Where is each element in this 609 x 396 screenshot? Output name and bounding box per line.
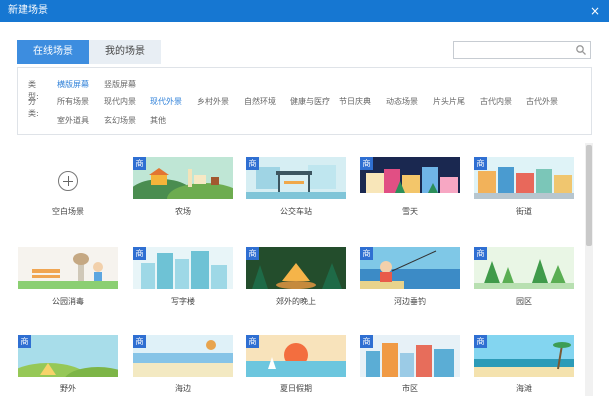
scene-label: 写字楼 — [171, 297, 195, 306]
category-option-health[interactable]: 健康与医疗 — [290, 96, 330, 108]
category-option-modern-interior[interactable]: 现代内景 — [104, 96, 136, 108]
search-icon[interactable] — [575, 44, 587, 56]
premium-badge: 商 — [133, 157, 146, 170]
scene-label: 海滩 — [516, 384, 532, 393]
search-input[interactable] — [453, 41, 591, 59]
premium-badge: 商 — [360, 157, 373, 170]
premium-badge: 商 — [474, 247, 487, 260]
category-option-festival[interactable]: 节日庆典 — [339, 96, 371, 108]
window-title: 新建场景 — [8, 5, 48, 16]
category-option-dynamic[interactable]: 动态场景 — [386, 96, 418, 108]
scene-label: 公交车站 — [280, 207, 312, 216]
scene-thumbnail[interactable]: 商 — [246, 335, 346, 377]
premium-badge: 商 — [474, 335, 487, 348]
scene-thumbnail[interactable]: 商 — [246, 247, 346, 289]
scene-label: 街道 — [516, 207, 532, 216]
category-option-nature[interactable]: 自然环境 — [244, 96, 276, 108]
plus-icon[interactable] — [58, 171, 78, 191]
premium-badge: 商 — [18, 335, 31, 348]
scene-label: 市区 — [402, 384, 418, 393]
scrollbar-thumb[interactable] — [586, 145, 592, 246]
scene-thumbnail[interactable]: 商 — [133, 157, 233, 199]
scene-thumbnail[interactable]: 商 — [133, 247, 233, 289]
category-label: 分类: — [28, 97, 39, 118]
scene-label: 公园消毒 — [52, 297, 84, 306]
premium-badge: 商 — [133, 247, 146, 260]
scrollbar[interactable] — [585, 143, 593, 396]
category-option-all[interactable]: 所有场景 — [57, 96, 89, 108]
scene-thumbnail[interactable]: 商 — [360, 247, 460, 289]
scene-thumbnail[interactable]: 商 — [360, 157, 460, 199]
scene-label: 空白场景 — [52, 207, 84, 216]
scene-label: 夏日假期 — [280, 384, 312, 393]
scene-thumbnail[interactable] — [18, 247, 118, 289]
premium-badge: 商 — [474, 157, 487, 170]
category-option-intro-outro[interactable]: 片头片尾 — [433, 96, 465, 108]
scene-label: 野外 — [60, 384, 76, 393]
premium-badge: 商 — [360, 247, 373, 260]
scene-thumbnail[interactable]: 商 — [474, 157, 574, 199]
premium-badge: 商 — [133, 335, 146, 348]
scene-label: 海边 — [175, 384, 191, 393]
scene-thumbnail[interactable]: 商 — [246, 157, 346, 199]
premium-badge: 商 — [360, 335, 373, 348]
scene-thumbnail[interactable]: 商 — [133, 335, 233, 377]
category-option-rural-exterior[interactable]: 乡村外景 — [197, 96, 229, 108]
scene-label: 河边垂钓 — [394, 297, 426, 306]
premium-badge: 商 — [246, 247, 259, 260]
type-option-horizontal[interactable]: 横版屏幕 — [57, 79, 89, 91]
tab-my-scenes[interactable]: 我的场景 — [89, 40, 161, 64]
scene-thumbnail[interactable]: 商 — [18, 335, 118, 377]
scene-label: 雪天 — [402, 207, 418, 216]
category-option-modern-exterior[interactable]: 现代外景 — [150, 96, 182, 108]
scene-grid: 空白场景 商 农场 商 公交车站 商 雪天 商 街道 公园消毒 商 写字楼 商 … — [0, 140, 590, 396]
category-option-other[interactable]: 其他 — [150, 115, 166, 127]
scene-thumbnail[interactable]: 商 — [474, 335, 574, 377]
category-option-fantasy[interactable]: 玄幻场景 — [104, 115, 136, 127]
filter-panel: 类型: 横版屏幕 竖版屏幕 分类: 所有场景 现代内景 现代外景 乡村外景 自然… — [17, 67, 592, 135]
type-option-vertical[interactable]: 竖版屏幕 — [104, 79, 136, 91]
tab-online-scenes[interactable]: 在线场景 — [17, 40, 89, 64]
scene-label: 郊外的晚上 — [276, 297, 316, 306]
scene-thumbnail[interactable]: 商 — [360, 335, 460, 377]
close-icon[interactable]: × — [587, 0, 603, 22]
premium-badge: 商 — [246, 157, 259, 170]
category-option-outdoor-props[interactable]: 室外道具 — [57, 115, 89, 127]
scene-thumbnail[interactable]: 商 — [474, 247, 574, 289]
category-option-ancient-exterior[interactable]: 古代外景 — [526, 96, 558, 108]
premium-badge: 商 — [246, 335, 259, 348]
scene-label: 园区 — [516, 297, 532, 306]
window-titlebar: 新建场景 × — [0, 0, 609, 22]
scene-label: 农场 — [175, 207, 191, 216]
category-option-ancient-interior[interactable]: 古代内景 — [480, 96, 512, 108]
